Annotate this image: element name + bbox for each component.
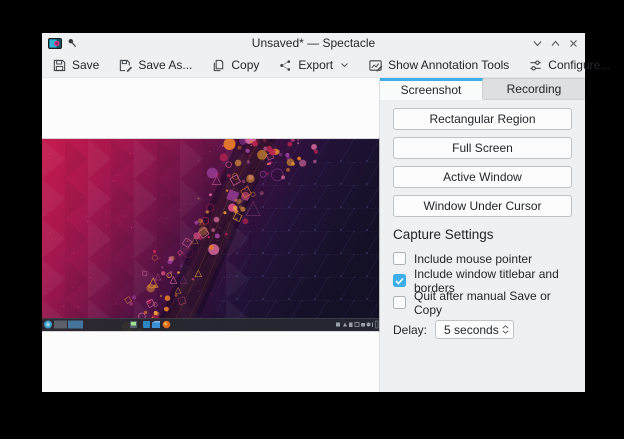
window-title: Unsaved* — Spectacle <box>42 36 585 50</box>
copy-icon <box>211 58 226 73</box>
export-button[interactable]: Export <box>278 58 349 73</box>
save-as-label: Save As... <box>138 58 192 72</box>
delay-label: Delay: <box>393 323 427 337</box>
copy-label: Copy <box>231 58 259 72</box>
maximize-icon[interactable] <box>550 38 561 49</box>
show-annotation-tools-button[interactable]: Show Annotation Tools <box>368 58 509 73</box>
save-button[interactable]: Save <box>52 58 99 73</box>
export-share-icon <box>278 58 293 73</box>
checkbox-label: Quit after manual Save or Copy <box>414 289 572 317</box>
tab-screenshot[interactable]: Screenshot <box>380 78 483 100</box>
show-annotation-tools-label: Show Annotation Tools <box>388 58 509 72</box>
configure-label: Configure... <box>548 58 610 72</box>
close-icon[interactable] <box>568 38 579 49</box>
preview-pager-desktop2 <box>68 321 83 329</box>
preview-task-icon <box>143 321 150 328</box>
delay-spinbox[interactable]: 5 seconds <box>435 320 514 339</box>
capture-settings-heading: Capture Settings <box>393 227 572 242</box>
save-as-button[interactable]: Save As... <box>118 58 192 73</box>
screen: Unsaved* — Spectacle <box>0 0 624 439</box>
preview-taskbar <box>42 318 379 331</box>
tab-recording[interactable]: Recording <box>483 78 585 100</box>
spectacle-window: Unsaved* — Spectacle <box>42 33 585 392</box>
capture-panel: Screenshot Recording Rectangular Region … <box>379 78 585 392</box>
configure-button[interactable]: Configure... <box>528 58 610 73</box>
save-label: Save <box>72 58 99 72</box>
spin-up-icon[interactable] <box>502 325 509 329</box>
save-icon <box>52 58 67 73</box>
spin-down-icon[interactable] <box>502 330 509 334</box>
checkbox-icon[interactable] <box>393 274 406 287</box>
screenshot-preview <box>42 139 379 331</box>
copy-button[interactable]: Copy <box>211 58 259 73</box>
toolbar: Save Save As... Copy <box>42 53 585 78</box>
annotation-icon <box>368 58 383 73</box>
tab-bar: Screenshot Recording <box>380 78 585 100</box>
minimize-icon[interactable] <box>532 38 543 49</box>
wallpaper-image <box>42 139 379 331</box>
tab-screenshot-label: Screenshot <box>401 83 462 97</box>
tab-recording-label: Recording <box>507 82 562 96</box>
quit-after-save-checkbox[interactable]: Quit after manual Save or Copy <box>393 295 572 310</box>
delay-value: 5 seconds <box>444 323 499 337</box>
preview-folder-icon <box>152 323 160 329</box>
preview-area <box>42 78 379 392</box>
export-label: Export <box>298 58 333 72</box>
checkbox-icon[interactable] <box>393 296 406 309</box>
preview-pager-desktop1 <box>54 321 67 329</box>
checkbox-icon[interactable] <box>393 252 406 265</box>
configure-sliders-icon <box>528 58 543 73</box>
chevron-down-icon <box>340 62 349 68</box>
save-as-icon <box>118 58 133 73</box>
include-titlebar-checkbox[interactable]: Include window titlebar and borders <box>393 273 572 288</box>
rectangular-region-button[interactable]: Rectangular Region <box>393 108 572 130</box>
titlebar[interactable]: Unsaved* — Spectacle <box>42 33 585 53</box>
window-under-cursor-button[interactable]: Window Under Cursor <box>393 195 572 217</box>
full-screen-button[interactable]: Full Screen <box>393 137 572 159</box>
include-mouse-pointer-checkbox[interactable]: Include mouse pointer <box>393 251 572 266</box>
active-window-button[interactable]: Active Window <box>393 166 572 188</box>
checkbox-label: Include mouse pointer <box>414 252 532 266</box>
